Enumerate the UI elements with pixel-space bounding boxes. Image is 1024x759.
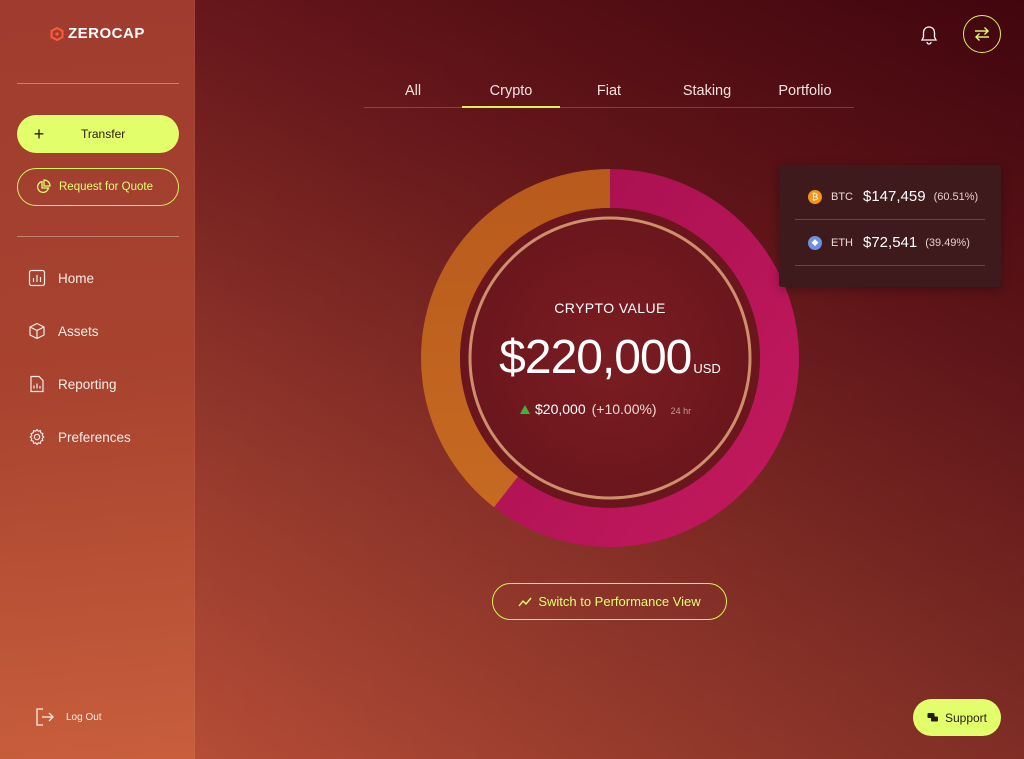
change-percent: (+10.00%) [591, 401, 657, 417]
asset-tabs: All Crypto Fiat Staking Portfolio [364, 80, 854, 108]
tab-crypto[interactable]: Crypto [462, 80, 560, 108]
sidebar-divider [17, 236, 179, 237]
swap-button[interactable] [963, 15, 1001, 53]
pie-chart-icon [36, 179, 51, 194]
sidebar-item-label: Preferences [58, 429, 131, 445]
holding-share: (60.51%) [933, 190, 979, 203]
holding-value: $147,459 [863, 188, 926, 205]
sidebar-divider [17, 83, 179, 84]
cube-icon [29, 322, 45, 340]
sidebar-item-preferences[interactable]: Preferences [28, 425, 131, 449]
trend-line-icon [518, 597, 532, 606]
change-amount: $20,000 [535, 401, 586, 417]
brand-name: ZEROCAP [68, 25, 145, 42]
rfq-label: Request for Quote [59, 181, 153, 193]
tab-portfolio[interactable]: Portfolio [756, 80, 854, 107]
currency-code: USD [693, 361, 721, 376]
chat-icon [927, 712, 938, 721]
up-arrow-icon [520, 405, 530, 414]
sidebar: ZEROCAP + Transfer Request for Quote Hom… [0, 0, 195, 759]
swap-arrows-icon [975, 27, 989, 41]
chart-icon [28, 269, 46, 287]
perf-button-label: Switch to Performance View [538, 594, 701, 609]
zerocap-logo-icon [50, 26, 64, 41]
sidebar-nav: Home Assets Reporting Preferences [28, 266, 131, 478]
holding-symbol: BTC [831, 190, 853, 203]
crypto-value-title: CRYPTO VALUE [554, 300, 666, 316]
holding-row-btc[interactable]: ₿ BTC $147,459 (60.51%) [795, 174, 985, 220]
sidebar-item-reporting[interactable]: Reporting [28, 372, 131, 396]
tab-staking[interactable]: Staking [658, 80, 756, 107]
holding-value: $72,541 [863, 234, 918, 251]
logout-button[interactable]: Log Out [34, 706, 102, 728]
holdings-breakdown-card: ₿ BTC $147,459 (60.51%) ◆ ETH $72,541 (3… [779, 165, 1001, 287]
total-amount: $220,000 [499, 331, 692, 384]
sidebar-item-label: Assets [58, 323, 99, 339]
holding-row-eth[interactable]: ◆ ETH $72,541 (39.49%) [795, 220, 985, 266]
ethereum-icon: ◆ [808, 235, 822, 250]
logo[interactable]: ZEROCAP [50, 25, 145, 42]
logout-label: Log Out [66, 711, 102, 723]
sidebar-item-home[interactable]: Home [28, 266, 131, 290]
support-label: Support [944, 710, 988, 725]
tab-fiat[interactable]: Fiat [560, 80, 658, 107]
report-icon [30, 375, 44, 393]
plus-icon: + [33, 123, 45, 144]
holding-share: (39.49%) [925, 236, 970, 249]
request-for-quote-button[interactable]: Request for Quote [17, 168, 179, 206]
crypto-value-amount: $220,000 USD [480, 330, 740, 385]
switch-performance-view-button[interactable]: Switch to Performance View [492, 583, 727, 620]
gear-icon [29, 428, 45, 446]
transfer-button[interactable]: + Transfer [17, 115, 179, 153]
tab-all[interactable]: All [364, 80, 462, 107]
sidebar-item-label: Home [58, 270, 95, 286]
holding-symbol: ETH [831, 236, 853, 249]
sidebar-item-label: Reporting [58, 376, 117, 392]
transfer-label: Transfer [81, 127, 126, 141]
bitcoin-icon: ₿ [808, 189, 822, 204]
sidebar-item-assets[interactable]: Assets [28, 319, 131, 343]
change-period: 24 hr [670, 406, 692, 416]
logout-icon [36, 708, 54, 726]
value-change: $20,000 (+10.00%) 24 hr [520, 401, 691, 417]
support-button[interactable]: Support [913, 699, 1001, 736]
bell-icon[interactable] [918, 24, 940, 46]
